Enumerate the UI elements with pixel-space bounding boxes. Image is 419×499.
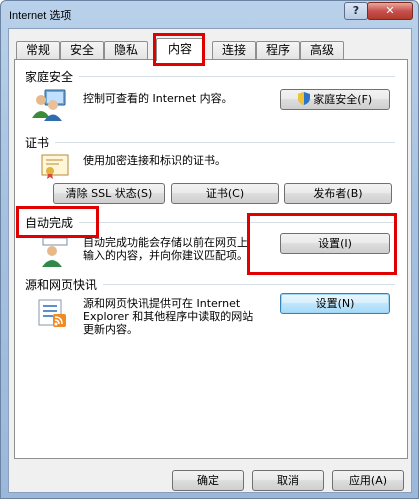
feeds-description-line1: 源和网页快讯提供可在 Internet — [83, 297, 241, 310]
autocomplete-description-line2: 输入的内容，并向你建议匹配项。 — [83, 249, 248, 262]
certificates-button[interactable]: 证书(C) — [171, 183, 279, 204]
family-safety-heading: 家庭安全 — [25, 70, 74, 84]
content-tab-panel: 家庭安全 控制可查看的 Internet 内容。 家庭安全(F) 证书 使用加密… — [14, 59, 408, 459]
autocomplete-heading: 自动完成 — [25, 216, 74, 230]
feeds-icon — [38, 299, 66, 327]
clear-ssl-state-button[interactable]: 清除 SSL 状态(S) — [53, 183, 165, 204]
autocomplete-settings-button[interactable]: 设置(I) — [280, 233, 390, 254]
dialog-client-area: 常规 安全 隐私 内容 连接 程序 高级 家庭安全 控制可查看的 Interne… — [8, 28, 412, 493]
autocomplete-description-line1: 自动完成功能会存储以前在网页上 — [83, 236, 248, 249]
autocomplete-user-icon — [42, 237, 68, 267]
feeds-settings-button[interactable]: 设置(N) — [280, 293, 390, 314]
publishers-button[interactable]: 发布者(B) — [284, 183, 392, 204]
window-title: Internet 选项 — [9, 10, 72, 22]
tab-content[interactable]: 内容 — [156, 38, 204, 61]
family-safety-divider — [79, 76, 395, 77]
tab-programs[interactable]: 程序 — [256, 41, 300, 60]
family-safety-button[interactable]: 家庭安全(F) — [280, 89, 390, 110]
family-users-icon — [32, 89, 66, 121]
tab-security[interactable]: 安全 — [60, 41, 104, 60]
certificates-heading: 证书 — [25, 136, 50, 150]
internet-options-window: Internet 选项 ? ✕ 常规 安全 隐私 内容 连接 程序 高级 家庭安… — [0, 0, 419, 499]
cancel-button[interactable]: 取消 — [252, 470, 324, 491]
tab-strip: 常规 安全 隐私 内容 连接 程序 高级 — [14, 38, 409, 61]
shield-icon — [297, 92, 310, 105]
certificates-divider — [55, 142, 395, 143]
tab-advanced[interactable]: 高级 — [300, 41, 344, 60]
tab-connections[interactable]: 连接 — [212, 41, 256, 60]
family-safety-description: 控制可查看的 Internet 内容。 — [83, 92, 233, 105]
feeds-heading: 源和网页快讯 — [25, 278, 98, 292]
close-button[interactable]: ✕ — [367, 2, 413, 20]
tab-privacy[interactable]: 隐私 — [104, 41, 148, 60]
feeds-divider — [103, 284, 395, 285]
ok-button[interactable]: 确定 — [172, 470, 244, 491]
certificates-description: 使用加密连接和标识的证书。 — [83, 154, 226, 167]
tab-general[interactable]: 常规 — [16, 41, 60, 60]
certificate-icon — [41, 154, 69, 179]
autocomplete-divider — [79, 222, 395, 223]
help-button[interactable]: ? — [344, 2, 368, 20]
feeds-description-line3: 更新内容。 — [83, 323, 138, 336]
title-bar[interactable]: Internet 选项 ? ✕ — [1, 1, 418, 27]
feeds-description-line2: Explorer 和其他程序中读取的网站 — [83, 310, 254, 323]
family-safety-button-label: 家庭安全(F) — [313, 93, 373, 106]
apply-button[interactable]: 应用(A) — [332, 470, 404, 491]
